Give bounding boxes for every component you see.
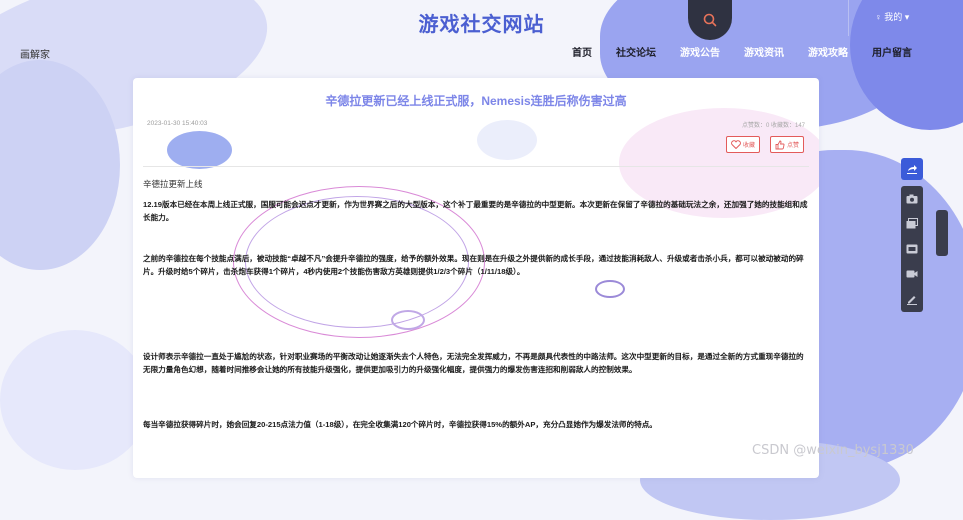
article-paragraph: 12.19版本已经在本周上线正式服，国服可能会迟点才更新，作为世界赛之后的大型版…	[143, 200, 808, 222]
nav-news[interactable]: 游戏资讯	[732, 44, 796, 59]
gif-tool[interactable]	[906, 243, 918, 255]
thumbs-up-icon	[775, 140, 785, 149]
article-paragraph: 设计师表示辛德拉一直处于尴尬的状态，针对职业赛场的平衡改动让她逐渐失去个人特色，…	[143, 352, 804, 374]
article-paragraph: 每当辛德拉获得碎片时，她会回复20-215点法力值（1-18级），在完全收集满1…	[143, 420, 657, 429]
edit-tool[interactable]	[906, 293, 918, 306]
search-icon	[703, 13, 717, 27]
nav-guides[interactable]: 游戏攻略	[796, 44, 860, 59]
like-label: 点赞	[787, 143, 800, 149]
logo-text[interactable]: 画解家	[20, 46, 50, 61]
article-date: 2023-01-30 15:40:03	[147, 120, 208, 127]
camera-icon	[906, 194, 918, 204]
article-title: 辛德拉更新已经上线正式服，Nemesis连胜后称伤害过高	[325, 94, 627, 108]
article-counts: 点赞数：0 收藏数：147	[741, 123, 805, 129]
nav-announcements[interactable]: 游戏公告	[668, 44, 732, 59]
decor-ring	[391, 310, 425, 330]
favorite-button[interactable]: 收藏	[726, 136, 761, 153]
nav-home[interactable]: 首页	[560, 44, 604, 59]
share-button[interactable]	[901, 158, 923, 180]
main-nav: 首页 社交论坛 游戏公告 游戏资讯 游戏攻略 用户留言	[560, 44, 924, 59]
side-toolbar	[901, 186, 923, 312]
gallery-tool[interactable]	[906, 218, 918, 230]
share-icon	[907, 165, 917, 174]
gallery-icon	[906, 218, 918, 229]
favorite-label: 收藏	[743, 143, 756, 149]
decor-ring	[595, 280, 625, 298]
decor-blob	[477, 120, 537, 160]
article-lead: 辛德拉更新上线	[143, 179, 203, 189]
article-paragraph: 之前的辛德拉在每个技能点满后，被动技能“卓越不凡”会提升辛德拉的强度，给予的额外…	[143, 254, 804, 276]
bg-blob	[0, 330, 150, 470]
gif-icon	[906, 244, 918, 254]
video-icon	[906, 270, 918, 278]
nav-messages[interactable]: 用户留言	[860, 44, 924, 59]
camera-tool[interactable]	[906, 193, 918, 205]
video-tool[interactable]	[906, 268, 918, 280]
divider	[143, 166, 809, 167]
pencil-icon	[907, 296, 917, 306]
bg-blob	[0, 60, 120, 270]
author-avatar	[167, 131, 232, 169]
like-button[interactable]: 点赞	[770, 136, 805, 153]
side-panel-handle[interactable]	[936, 210, 948, 256]
nav-forum[interactable]: 社交论坛	[604, 44, 668, 59]
user-menu[interactable]: ♀ 我的 ▾	[875, 10, 909, 23]
article-card: 辛德拉更新已经上线正式服，Nemesis连胜后称伤害过高 2023-01-30 …	[133, 78, 819, 478]
heart-icon	[731, 140, 741, 149]
watermark: CSDN @weixin_bysj1330	[752, 443, 914, 458]
site-title: 游戏社交网站	[418, 14, 545, 36]
